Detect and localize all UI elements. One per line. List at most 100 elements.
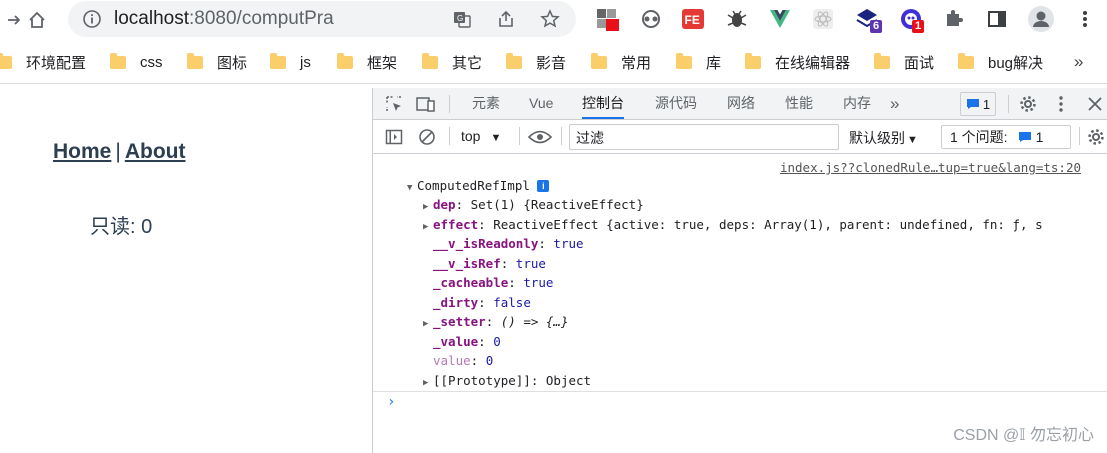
fe-helper-icon[interactable]: FE	[678, 4, 708, 34]
object-property[interactable]: ▶ [[Prototype]]: Object	[423, 371, 591, 391]
watermark: CSDN @𝕀 勿忘初心	[953, 427, 1094, 444]
side-panel-icon[interactable]	[982, 4, 1012, 34]
devtools-menu-icon[interactable]	[1053, 92, 1069, 116]
issue-message-icon	[1018, 132, 1031, 142]
inspect-element-icon[interactable]	[383, 92, 405, 116]
prompt-chevron-icon: ›	[387, 394, 396, 410]
expanded-triangle-icon: ▼	[407, 183, 413, 193]
object-property: __v_isRef: true	[433, 256, 546, 271]
extension-2-icon[interactable]	[636, 4, 666, 34]
log-level-select[interactable]: 默认级别 ▼	[849, 128, 918, 148]
nav-link-about[interactable]: About	[125, 140, 186, 163]
object-property: value: 0	[433, 353, 494, 368]
object-property: _value: 0	[433, 334, 501, 349]
more-tabs-button[interactable]: »	[890, 88, 899, 119]
tab-sources[interactable]: 源代码	[655, 88, 697, 119]
folder-icon	[591, 52, 607, 69]
device-toolbar-icon[interactable]	[415, 92, 437, 116]
tab-elements[interactable]: 元素	[472, 88, 500, 119]
folder-icon	[745, 52, 761, 69]
extension-layers-icon[interactable]: 6	[852, 4, 883, 34]
tab-memory[interactable]: 内存	[843, 88, 871, 119]
tab-console[interactable]: 控制台	[582, 88, 624, 119]
extension-badge: 1	[912, 20, 925, 33]
nav-link-home[interactable]: Home	[53, 140, 111, 163]
context-selector[interactable]: top ▼	[461, 128, 501, 144]
collapsed-triangle-icon: ▶	[423, 319, 429, 329]
bookmark-folder[interactable]: 影音	[506, 51, 566, 73]
messages-button[interactable]: 1	[960, 92, 996, 116]
svg-text:G: G	[457, 14, 463, 23]
object-property: _cacheable: true	[433, 275, 554, 290]
profile-avatar-icon[interactable]	[1026, 4, 1056, 34]
tab-vue[interactable]: Vue	[529, 88, 553, 119]
object-header[interactable]: ▼ ComputedRefImpl i	[407, 176, 550, 196]
console-filter-input[interactable]: 过滤	[569, 124, 839, 150]
extensions-puzzle-icon[interactable]	[939, 4, 969, 34]
source-link[interactable]: index.js??clonedRule…tup=true&lang=ts:20	[780, 160, 1081, 175]
bookmark-folder[interactable]: js	[270, 51, 311, 73]
toolbar-divider	[561, 127, 562, 145]
bookmark-folder[interactable]: 其它	[422, 51, 482, 73]
bookmark-folder[interactable]: 常用	[591, 51, 651, 73]
bookmark-folder[interactable]: 图标	[187, 51, 247, 73]
clear-console-icon[interactable]	[416, 125, 438, 149]
bug-extension-icon[interactable]	[722, 4, 752, 34]
bookmarks-overflow-button[interactable]: »	[1074, 52, 1083, 72]
router-nav: Home | About	[53, 140, 185, 164]
folder-icon	[422, 52, 438, 69]
folder-icon	[506, 52, 522, 69]
translate-icon[interactable]: G	[448, 5, 476, 33]
object-property[interactable]: ▶ _setter: () => {…}	[423, 312, 568, 332]
bookmark-folder[interactable]: 在线编辑器	[745, 51, 850, 73]
console-prompt-row[interactable]: ›	[373, 391, 1107, 413]
address-bar[interactable]: localhost:8080/computPra G	[68, 1, 576, 37]
page-viewport: Home | About 只读: 0	[0, 88, 372, 453]
console-output: index.js??clonedRule…tup=true&lang=ts:20…	[373, 154, 1107, 453]
object-property[interactable]: ▶ dep: Set(1) {ReactiveEffect}	[423, 195, 644, 215]
toolbar-divider	[1008, 95, 1009, 113]
folder-icon	[187, 52, 203, 69]
browser-menu-icon[interactable]	[1070, 4, 1100, 34]
bookmark-folder[interactable]: css	[110, 51, 163, 73]
info-icon[interactable]: i	[537, 180, 550, 192]
sidebar-toggle-icon[interactable]	[383, 125, 405, 149]
bookmark-folder[interactable]: 环境配置	[0, 51, 86, 73]
collapsed-triangle-icon: ▶	[423, 222, 429, 232]
devtools-tab-bar: 元素 Vue 控制台 源代码 网络 性能 内存 » 1	[373, 88, 1107, 120]
extension-face-icon[interactable]: 1	[896, 4, 926, 34]
console-settings-gear-icon[interactable]	[1085, 125, 1107, 149]
bookmark-folder[interactable]: 面试	[874, 51, 934, 73]
bookmark-folder[interactable]: 框架	[337, 51, 397, 73]
message-icon	[966, 99, 979, 109]
object-property[interactable]: ▶ effect: ReactiveEffect {active: true, d…	[423, 215, 1043, 235]
folder-icon	[337, 52, 353, 69]
close-devtools-icon[interactable]	[1084, 92, 1106, 116]
live-expression-eye-icon[interactable]	[527, 125, 553, 149]
devtools-panel: 元素 Vue 控制台 源代码 网络 性能 内存 » 1 top ▼ 过滤 默认级…	[372, 88, 1107, 453]
folder-icon	[270, 52, 286, 69]
browser-toolbar: localhost:8080/computPra G FE 6 1	[0, 0, 1107, 40]
bookmark-star-icon[interactable]	[536, 5, 564, 33]
vue-devtools-icon[interactable]	[765, 4, 795, 34]
toolbar-divider	[449, 127, 450, 145]
svg-text:FE: FE	[685, 13, 700, 27]
extension-1-icon[interactable]	[592, 4, 622, 34]
collapsed-triangle-icon: ▶	[423, 378, 429, 388]
home-icon[interactable]	[23, 6, 51, 34]
settings-gear-icon[interactable]	[1017, 92, 1039, 116]
issues-button[interactable]: 1 个问题: 1	[941, 125, 1071, 149]
folder-icon	[0, 52, 12, 69]
react-devtools-icon[interactable]	[808, 4, 838, 34]
share-icon[interactable]	[492, 5, 520, 33]
bookmark-folder[interactable]: 库	[676, 51, 721, 73]
tab-performance[interactable]: 性能	[785, 88, 813, 119]
bookmark-folder[interactable]: bug解决	[958, 51, 1043, 73]
tab-network[interactable]: 网络	[727, 88, 755, 119]
site-info-icon[interactable]	[78, 5, 106, 33]
toolbar-divider	[449, 95, 450, 113]
collapsed-triangle-icon: ▶	[423, 202, 429, 212]
chevron-down-icon: ▼	[907, 134, 918, 146]
folder-icon	[874, 52, 890, 69]
folder-icon	[110, 52, 126, 69]
